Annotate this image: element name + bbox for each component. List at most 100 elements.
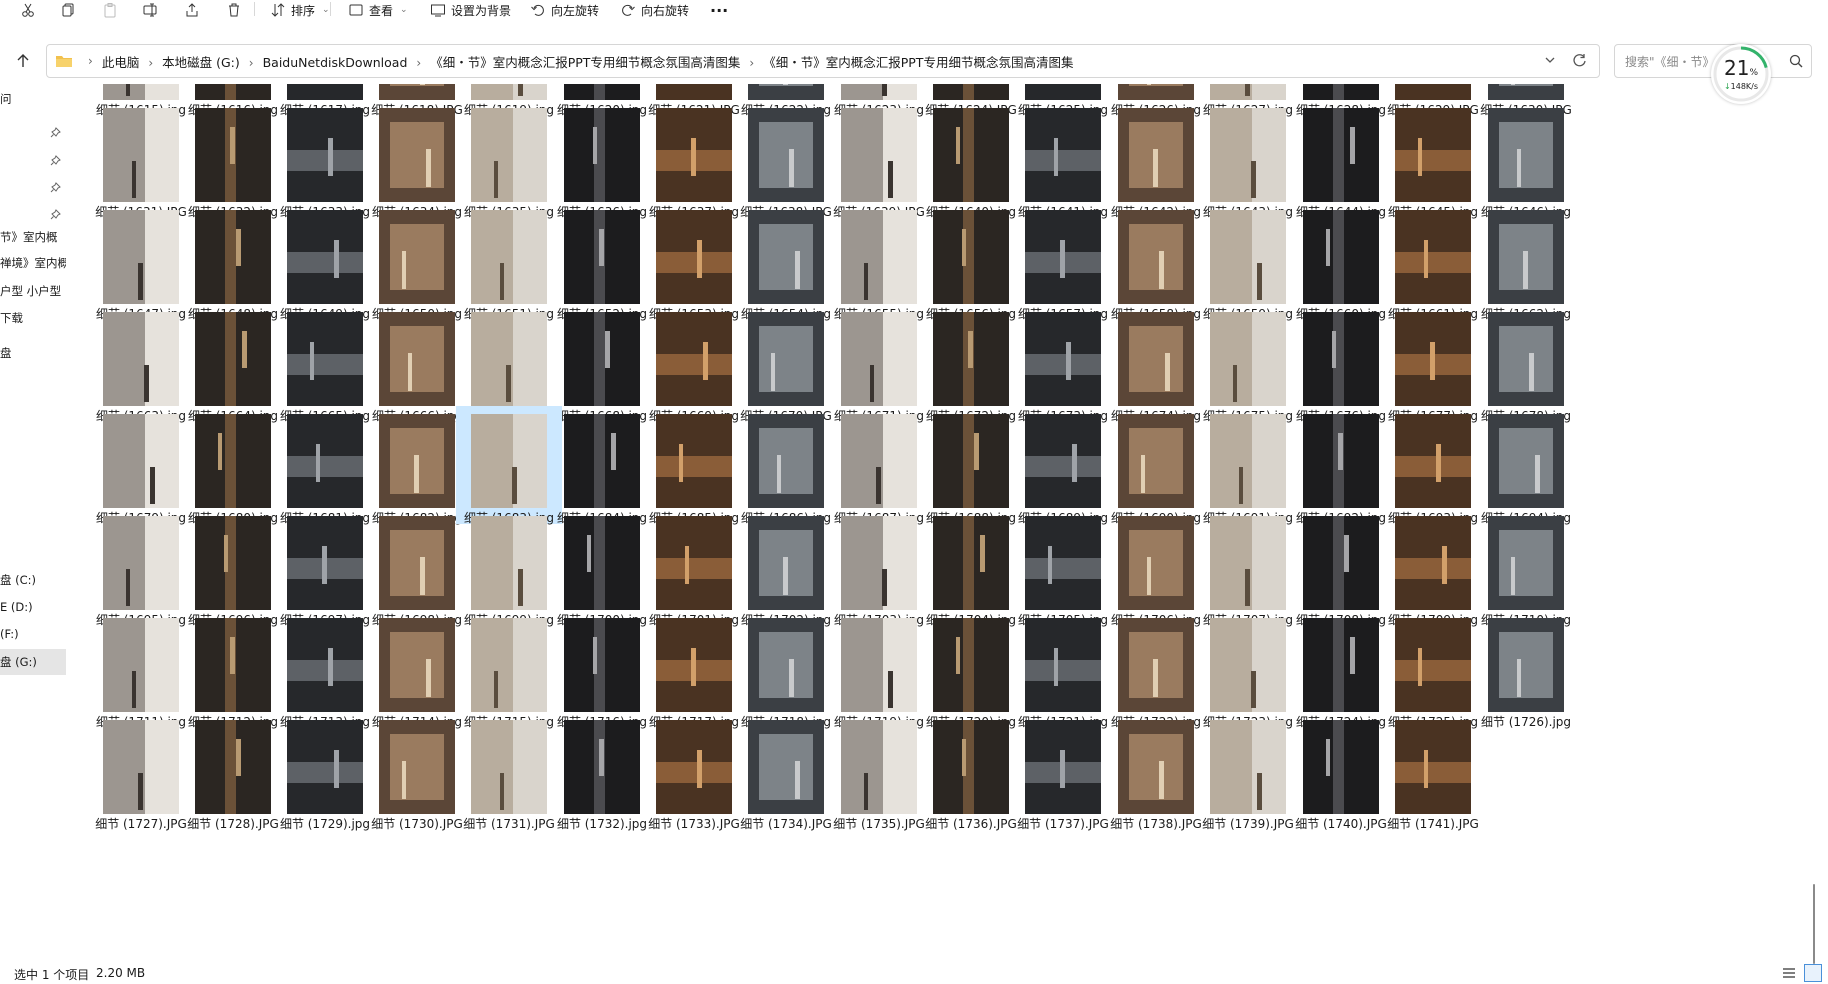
- file-item[interactable]: 细节 (1687).jpg: [826, 406, 932, 525]
- toolbar-set-background-button[interactable]: 设置为背景: [430, 0, 511, 20]
- file-item[interactable]: 细节 (1728).JPG: [180, 712, 286, 831]
- file-item[interactable]: 细节 (1736).JPG: [918, 712, 1024, 831]
- chevron-right-icon[interactable]: ›: [416, 56, 421, 70]
- file-item[interactable]: 细节 (1724).jpg: [1288, 610, 1394, 729]
- scrollbar-thumb[interactable]: [1813, 884, 1815, 964]
- sidebar-item[interactable]: 盘 (C:): [0, 567, 66, 593]
- file-item[interactable]: 细节 (1690).jpg: [1103, 406, 1209, 525]
- file-item[interactable]: 细节 (1651).jpg: [456, 202, 562, 321]
- chevron-right-icon[interactable]: ›: [749, 56, 754, 70]
- file-item[interactable]: 细节 (1639).JPG: [826, 100, 932, 219]
- file-item[interactable]: 细节 (1714).jpg: [364, 610, 470, 729]
- file-item[interactable]: 细节 (1684).jpg: [549, 406, 655, 525]
- chevron-down-icon[interactable]: [1543, 53, 1557, 67]
- sidebar-item[interactable]: 盘 (G:): [0, 649, 66, 675]
- file-item[interactable]: 细节 (1666).jpg: [364, 304, 470, 423]
- file-item[interactable]: 细节 (1647).jpg: [88, 202, 194, 321]
- breadcrumb-item[interactable]: 此电脑: [102, 55, 140, 70]
- file-item[interactable]: 细节 (1638).JPG: [733, 100, 839, 219]
- sidebar-item[interactable]: [0, 114, 66, 140]
- refresh-icon[interactable]: [1572, 53, 1587, 68]
- sidebar-item[interactable]: 盘: [0, 340, 66, 366]
- file-item[interactable]: 细节 (1675).jpg: [1195, 304, 1301, 423]
- file-item[interactable]: 细节 (1679).jpg: [88, 406, 194, 525]
- file-item[interactable]: 细节 (1731).JPG: [456, 712, 562, 831]
- file-item[interactable]: 细节 (1667).jpg: [456, 304, 562, 423]
- file-item[interactable]: 细节 (1637).jpg: [641, 100, 747, 219]
- file-item[interactable]: 细节 (1659).jpg: [1195, 202, 1301, 321]
- breadcrumb-item[interactable]: 本地磁盘 (G:): [162, 55, 240, 70]
- file-item[interactable]: 细节 (1641).jpg: [1010, 100, 1116, 219]
- file-item[interactable]: 细节 (1634).jpg: [364, 100, 470, 219]
- file-item[interactable]: 细节 (1664).jpg: [180, 304, 286, 423]
- toolbar-rename-button[interactable]: [142, 0, 158, 20]
- file-item[interactable]: 细节 (1631).JPG: [88, 100, 194, 219]
- file-item[interactable]: 细节 (1652).jpg: [549, 202, 655, 321]
- file-item[interactable]: 细节 (1685).jpg: [641, 406, 747, 525]
- file-item[interactable]: 细节 (1721).jpg: [1010, 610, 1116, 729]
- file-item[interactable]: 细节 (1677).jpg: [1380, 304, 1486, 423]
- file-item[interactable]: 细节 (1689).jpg: [1010, 406, 1116, 525]
- file-item[interactable]: 细节 (1692).jpg: [1288, 406, 1394, 525]
- file-item[interactable]: 细节 (1720).jpg: [918, 610, 1024, 729]
- file-item[interactable]: 细节 (1696).jpg: [180, 508, 286, 627]
- file-item[interactable]: 细节 (1682).jpg: [364, 406, 470, 525]
- file-item[interactable]: 细节 (1710).jpg: [1473, 508, 1579, 627]
- sidebar-item[interactable]: 节》室内概: [0, 224, 66, 250]
- file-item[interactable]: 细节 (1697).jpg: [272, 508, 378, 627]
- file-item[interactable]: 细节 (1646).jpg: [1473, 100, 1579, 219]
- file-item[interactable]: 细节 (1698).jpg: [364, 508, 470, 627]
- toolbar-paste-button[interactable]: [102, 0, 118, 20]
- file-item[interactable]: 细节 (1661).jpg: [1380, 202, 1486, 321]
- file-item[interactable]: 细节 (1732).jpg: [549, 712, 655, 831]
- breadcrumb-item[interactable]: BaiduNetdiskDownload: [263, 55, 408, 70]
- breadcrumb-item[interactable]: 《细・节》室内概念汇报PPT专用细节概念氛围高清图集: [430, 55, 740, 70]
- file-item[interactable]: 细节 (1680).jpg: [180, 406, 286, 525]
- breadcrumb-item[interactable]: 《细・节》室内概念汇报PPT专用细节概念氛围高清图集: [763, 55, 1073, 70]
- file-item[interactable]: 细节 (1650).jpg: [364, 202, 470, 321]
- vertical-scrollbar[interactable]: [1811, 84, 1817, 964]
- sidebar-item[interactable]: 问: [0, 86, 66, 112]
- file-item[interactable]: 细节 (1672).jpg: [918, 304, 1024, 423]
- toolbar-share-button[interactable]: [184, 0, 200, 20]
- file-item[interactable]: 细节 (1700).jpg: [549, 508, 655, 627]
- file-item[interactable]: 细节 (1681).jpg: [272, 406, 378, 525]
- file-item[interactable]: 细节 (1713).jpg: [272, 610, 378, 729]
- file-item[interactable]: 细节 (1654).jpg: [733, 202, 839, 321]
- file-item[interactable]: 细节 (1715).jpg: [456, 610, 562, 729]
- file-item[interactable]: 细节 (1733).JPG: [641, 712, 747, 831]
- file-item[interactable]: 细节 (1633).jpg: [272, 100, 378, 219]
- toolbar-copy-button[interactable]: [60, 0, 76, 20]
- file-item[interactable]: 细节 (1676).jpg: [1288, 304, 1394, 423]
- file-item[interactable]: 细节 (1740).JPG: [1288, 712, 1394, 831]
- file-item[interactable]: 细节 (1705).jpg: [1010, 508, 1116, 627]
- address-bar[interactable]: › 此电脑 › 本地磁盘 (G:) › BaiduNetdiskDownload › 《细・…: [46, 44, 1600, 78]
- sidebar-item[interactable]: (F:): [0, 621, 66, 647]
- file-item[interactable]: 细节 (1673).jpg: [1010, 304, 1116, 423]
- large-icons-view-icon[interactable]: [1804, 964, 1822, 982]
- sidebar-item[interactable]: [0, 142, 66, 168]
- file-item[interactable]: 细节 (1718).jpg: [733, 610, 839, 729]
- file-item[interactable]: 细节 (1693).jpg: [1380, 406, 1486, 525]
- file-item[interactable]: 细节 (1655).jpg: [826, 202, 932, 321]
- chevron-right-icon[interactable]: ›: [249, 56, 254, 70]
- file-item[interactable]: 细节 (1734).JPG: [733, 712, 839, 831]
- sidebar-item[interactable]: 户型 小户型: [0, 278, 66, 304]
- file-item[interactable]: 细节 (1735).JPG: [826, 712, 932, 831]
- file-item[interactable]: 细节 (1686).jpg: [733, 406, 839, 525]
- file-item[interactable]: 细节 (1717).jpg: [641, 610, 747, 729]
- file-item[interactable]: 细节 (1663).jpg: [88, 304, 194, 423]
- file-item[interactable]: 细节 (1688).jpg: [918, 406, 1024, 525]
- file-item[interactable]: 细节 (1649).jpg: [272, 202, 378, 321]
- file-item[interactable]: 细节 (1635).jpg: [456, 100, 562, 219]
- file-item[interactable]: 细节 (1665).jpg: [272, 304, 378, 423]
- toolbar-more-button[interactable]: ···: [710, 0, 728, 20]
- toolbar-delete-button[interactable]: [226, 0, 242, 20]
- file-item[interactable]: 细节 (1712).jpg: [180, 610, 286, 729]
- file-item[interactable]: 细节 (1643).jpg: [1195, 100, 1301, 219]
- file-item[interactable]: 细节 (1640).jpg: [918, 100, 1024, 219]
- file-item[interactable]: 细节 (1723).jpg: [1195, 610, 1301, 729]
- file-item[interactable]: 细节 (1683).jpg: [456, 406, 562, 525]
- file-item[interactable]: 细节 (1671).jpg: [826, 304, 932, 423]
- file-item[interactable]: 细节 (1691).jpg: [1195, 406, 1301, 525]
